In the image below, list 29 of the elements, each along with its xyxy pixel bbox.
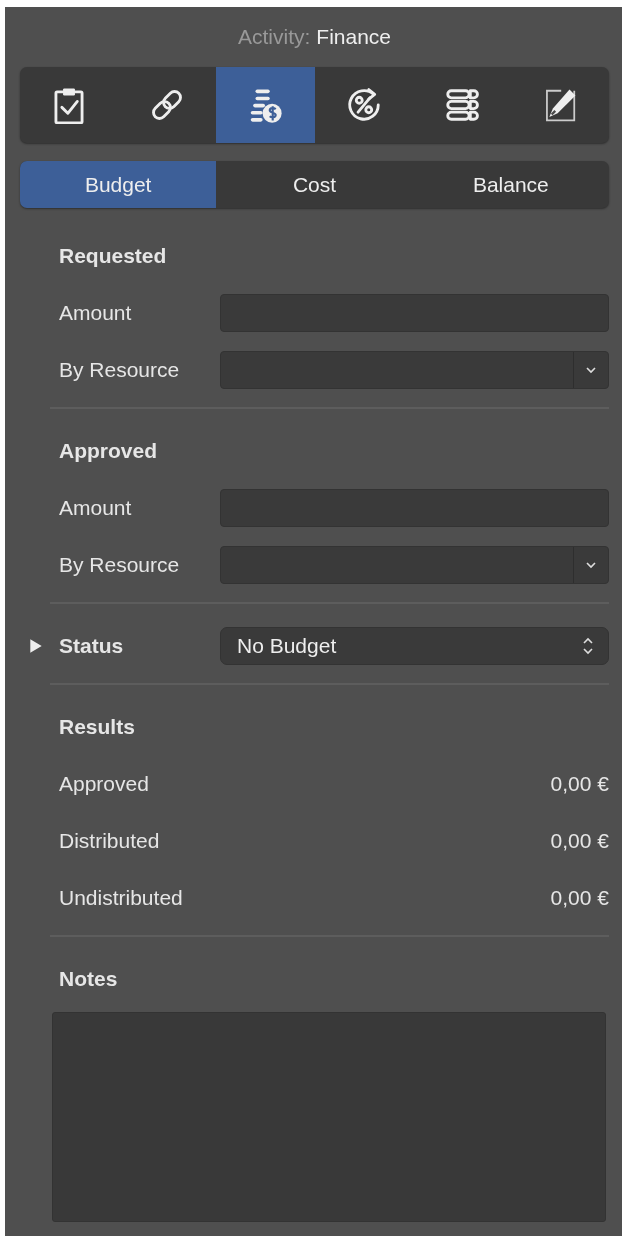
result-value: 0,00 €: [550, 885, 609, 910]
result-label: Distributed: [59, 828, 161, 853]
result-label: Undistributed: [59, 885, 184, 910]
segment-tab[interactable]: Cost: [216, 161, 413, 208]
segment-tab[interactable]: Balance: [412, 161, 609, 208]
up-down-arrows-icon: [582, 635, 594, 656]
disclosure-triangle-icon[interactable]: [29, 637, 43, 654]
activity-name: Finance: [316, 25, 392, 49]
field-label: By Resource: [59, 357, 181, 382]
field-label: Amount: [59, 300, 133, 325]
toolbar-tab[interactable]: [216, 67, 315, 143]
result-value: 0,00 €: [550, 828, 609, 853]
result-label: Approved: [59, 771, 150, 796]
section-heading: Results: [59, 713, 136, 740]
notes-field[interactable]: [52, 1012, 606, 1222]
activity-label: Activity:: [237, 25, 311, 49]
field-label: Amount: [59, 495, 133, 520]
input-field[interactable]: [220, 488, 609, 527]
input-field[interactable]: [220, 293, 609, 332]
field-label: By Resource: [59, 552, 181, 577]
section-heading: Approved: [59, 437, 158, 464]
result-value: 0,00 €: [550, 771, 609, 796]
section-heading: Notes: [58, 965, 119, 992]
chevron-down-icon: [585, 560, 597, 569]
status-dropdown[interactable]: No Budget: [220, 626, 609, 665]
section-heading: Requested: [59, 242, 168, 269]
status-label: Status: [59, 633, 124, 658]
chevron-down-icon: [585, 365, 597, 374]
segment-tab[interactable]: Budget: [20, 161, 217, 208]
